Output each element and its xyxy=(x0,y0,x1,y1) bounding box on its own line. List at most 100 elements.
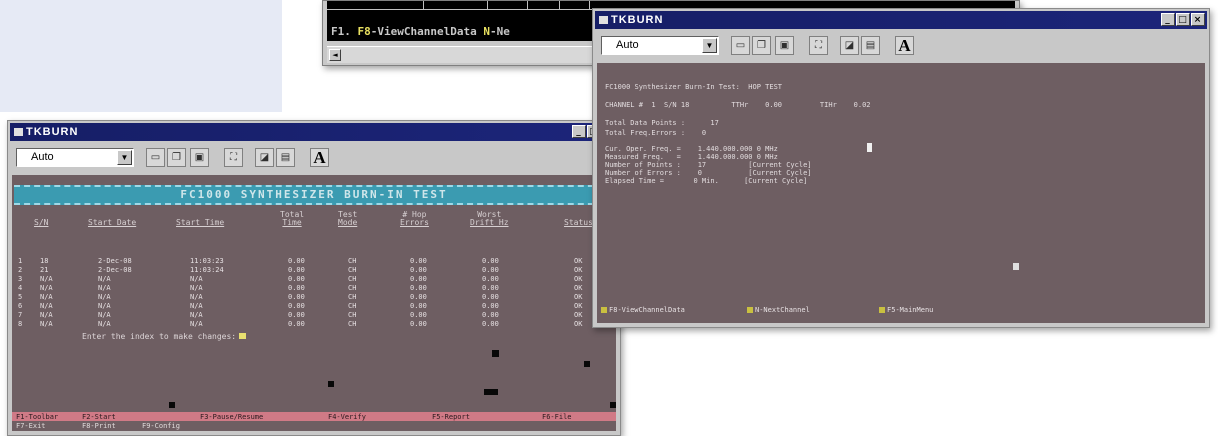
test-header: FC1000 Synthesizer Burn-In Test: HOP TES… xyxy=(605,83,783,91)
fullscreen-button[interactable]: ⛶ xyxy=(224,148,243,167)
grid-divider xyxy=(589,1,590,9)
window-title: TKBURN xyxy=(26,126,79,138)
app-icon xyxy=(14,128,23,136)
fkey-config[interactable]: F9-Config xyxy=(142,422,180,430)
col-header-status: Status xyxy=(564,218,593,227)
fkey-print[interactable]: F8-Print xyxy=(82,422,116,430)
zoom-value: Auto xyxy=(31,151,54,163)
elapsed-time: Elapsed Time = 0 Min. [Current Cycle] xyxy=(605,177,808,185)
fkey-f8[interactable]: F8 xyxy=(358,25,371,38)
copy-icon: ❐ xyxy=(172,152,181,163)
screen-artifact xyxy=(484,389,498,395)
number-of-points: Number of Points : 17 [Current Cycle] xyxy=(605,161,812,169)
fkey-view-channel-data[interactable]: F8-ViewChannelData xyxy=(601,306,685,314)
fkey-start[interactable]: F2-Start xyxy=(82,413,116,421)
fkey-next-channel[interactable]: N-NextChannel xyxy=(747,306,810,314)
background-panel xyxy=(0,0,282,112)
properties-button[interactable]: ◪ xyxy=(255,148,274,167)
close-button[interactable]: × xyxy=(1191,13,1205,26)
title-bar[interactable]: TKBURN _ □ × xyxy=(10,123,618,141)
font-icon: A xyxy=(313,147,326,167)
key-marker-icon xyxy=(601,307,607,313)
fkey-pause-resume[interactable]: F3-Pause/Resume xyxy=(200,413,263,421)
key-marker-icon xyxy=(879,307,885,313)
fkey-prefix: F1. xyxy=(331,25,351,38)
col-header-hop-errors: # Hop Errors xyxy=(400,210,429,227)
window-controls: _ □ × xyxy=(1161,13,1205,26)
fkey-report[interactable]: F5-Report xyxy=(432,413,470,421)
screen-artifact xyxy=(328,381,334,387)
fkey-toolbar[interactable]: F1-Toolbar xyxy=(16,413,58,421)
paste-icon: ▣ xyxy=(194,152,205,163)
scroll-left-arrow-icon[interactable]: ◄ xyxy=(329,49,341,61)
window-icon: ▤ xyxy=(865,40,876,51)
grid-divider xyxy=(487,1,488,9)
minimize-button[interactable]: _ xyxy=(1161,13,1175,26)
fkey-verify[interactable]: F4-Verify xyxy=(328,413,366,421)
window-title: TKBURN xyxy=(611,14,664,26)
chevron-down-icon[interactable]: ▼ xyxy=(702,38,717,53)
toolbar: Auto ▼ ▭ ❐ ▣ ⛶ ◪ ▤ A xyxy=(10,143,618,173)
properties-icon: ◪ xyxy=(844,40,855,51)
banner: FC1000 SYNTHESIZER BURN-IN TEST xyxy=(14,185,614,205)
screen-artifact xyxy=(492,350,499,357)
copy-button[interactable]: ❐ xyxy=(752,36,771,55)
background-button[interactable]: ▤ xyxy=(276,148,295,167)
key-marker-icon xyxy=(747,307,753,313)
app-icon xyxy=(599,16,608,24)
maximize-button[interactable]: □ xyxy=(1176,13,1190,26)
background-button[interactable]: ▤ xyxy=(861,36,880,55)
chevron-down-icon[interactable]: ▼ xyxy=(117,150,132,165)
minimize-button[interactable]: _ xyxy=(572,125,586,138)
mark-text-button[interactable]: ▭ xyxy=(731,36,750,55)
fkey-n-label: -Ne xyxy=(489,25,510,38)
index-prompt[interactable]: Enter the index to make changes: xyxy=(82,332,247,341)
channel-info: CHANNEL # 1 S/N 18 TTHr 0.00 TIHr 0.02 xyxy=(605,101,871,109)
console-screen[interactable]: FC1000 SYNTHESIZER BURN-IN TEST S/N Star… xyxy=(12,175,616,431)
fullscreen-button[interactable]: ⛶ xyxy=(809,36,828,55)
zoom-select[interactable]: Auto ▼ xyxy=(16,148,134,167)
prompt-text: Enter the index to make changes: xyxy=(82,332,237,341)
col-header-test-mode: Test Mode xyxy=(338,210,358,227)
fkey-f8-label: -ViewChannelData xyxy=(370,25,477,38)
paste-icon: ▣ xyxy=(779,40,790,51)
measured-frequency: Measured Freq. = 1.440.000.000 0 MHz xyxy=(605,153,778,161)
zoom-value: Auto xyxy=(616,39,639,51)
zoom-select[interactable]: Auto ▼ xyxy=(601,36,719,55)
total-freq-errors: Total Freq.Errors : 0 xyxy=(605,129,707,137)
fullscreen-icon: ⛶ xyxy=(230,152,237,163)
grid-divider xyxy=(559,1,560,9)
fkey-file[interactable]: F6-File xyxy=(542,413,572,421)
text-cursor xyxy=(239,333,247,339)
grid-divider xyxy=(527,1,528,9)
mark-text-button[interactable]: ▭ xyxy=(146,148,165,167)
font-button[interactable]: A xyxy=(895,36,914,55)
fkey-main-menu[interactable]: F5-MainMenu xyxy=(879,306,933,314)
left-tkburn-window: TKBURN _ □ × Auto ▼ ▭ ❐ ▣ ⛶ ◪ ▤ A FC1000… xyxy=(7,120,621,436)
function-key-bar: F1-Toolbar F2-Start F3-Pause/Resume F4-V… xyxy=(12,412,616,421)
copy-button[interactable]: ❐ xyxy=(167,148,186,167)
paste-button[interactable]: ▣ xyxy=(190,148,209,167)
screen-artifact xyxy=(610,402,616,408)
number-of-errors: Number of Errors : 0 [Current Cycle] xyxy=(605,169,812,177)
fkey-exit[interactable]: F7-Exit xyxy=(16,422,46,430)
font-button[interactable]: A xyxy=(310,148,329,167)
total-data-points: Total Data Points : 17 xyxy=(605,119,719,127)
copy-icon: ❐ xyxy=(757,40,766,51)
title-bar[interactable]: TKBURN _ □ × xyxy=(595,11,1207,29)
paste-button[interactable]: ▣ xyxy=(775,36,794,55)
function-key-bar-2: F7-Exit F8-Print F9-Config xyxy=(12,421,616,430)
mark-icon: ▭ xyxy=(150,152,161,163)
screen-artifact xyxy=(169,402,175,408)
console-screen[interactable]: FC1000 Synthesizer Burn-In Test: HOP TES… xyxy=(597,63,1205,323)
terminal-function-keys: F1. F8-ViewChannelData N-Ne xyxy=(331,25,510,38)
font-icon: A xyxy=(898,35,911,55)
grid-divider xyxy=(423,1,424,9)
properties-button[interactable]: ◪ xyxy=(840,36,859,55)
fullscreen-icon: ⛶ xyxy=(815,40,822,51)
fkey-n[interactable]: N xyxy=(483,25,490,38)
col-header-start-time: Start Time xyxy=(176,218,225,227)
col-header-total-time: Total Time xyxy=(280,210,305,227)
text-cursor xyxy=(867,143,872,152)
screen-artifact xyxy=(584,361,590,367)
